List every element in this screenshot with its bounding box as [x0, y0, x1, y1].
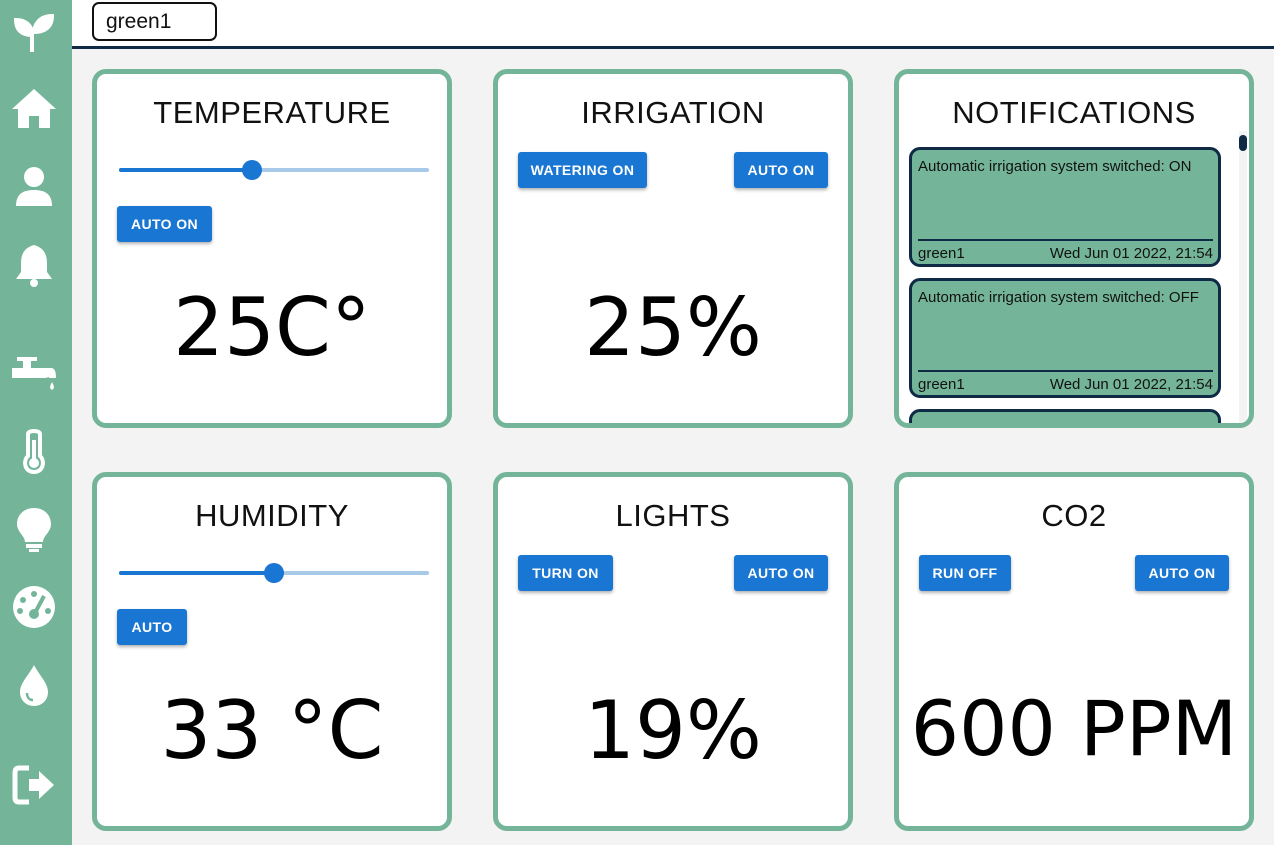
- lightbulb-icon[interactable]: [11, 506, 57, 552]
- co2-value: 600 PPM: [910, 684, 1238, 773]
- notification-message: Automatic irrigation system switched: OF…: [918, 289, 1199, 306]
- lights-card: LIGHTS TURN ON AUTO ON 19%: [493, 472, 853, 831]
- notification-list[interactable]: Automatic irrigation system switched: ON…: [909, 147, 1225, 423]
- notification-item-partial[interactable]: [909, 409, 1221, 423]
- co2-title: CO2: [1041, 498, 1107, 533]
- notification-footer: green1 Wed Jun 01 2022, 21:54: [918, 376, 1213, 393]
- co2-run-button[interactable]: RUN OFF: [919, 555, 1011, 591]
- logout-icon[interactable]: [11, 762, 57, 808]
- notification-footer: green1 Wed Jun 01 2022, 21:54: [918, 245, 1213, 262]
- humidity-card: HUMIDITY AUTO 33 °C: [92, 472, 452, 831]
- notifications-title: NOTIFICATIONS: [952, 95, 1196, 130]
- faucet-icon[interactable]: [11, 350, 57, 396]
- slider-track: [119, 571, 274, 575]
- user-icon[interactable]: [11, 164, 57, 210]
- irrigation-value: 25%: [584, 281, 762, 374]
- sprout-logo-icon[interactable]: [11, 8, 57, 54]
- thermometer-icon[interactable]: [11, 428, 57, 474]
- top-bar: green1: [72, 0, 1274, 49]
- lights-value: 19%: [584, 684, 762, 777]
- humidity-title: HUMIDITY: [195, 498, 349, 533]
- bell-icon[interactable]: [11, 242, 57, 288]
- co2-card: CO2 RUN OFF AUTO ON 600 PPM: [894, 472, 1254, 831]
- temperature-slider[interactable]: [119, 160, 429, 180]
- irrigation-title: IRRIGATION: [581, 95, 765, 130]
- notification-item[interactable]: Automatic irrigation system switched: OF…: [909, 278, 1221, 398]
- temperature-value: 25C°: [173, 281, 371, 374]
- lights-auto-button[interactable]: AUTO ON: [734, 555, 828, 591]
- temperature-auto-button[interactable]: AUTO ON: [117, 206, 212, 242]
- droplet-icon[interactable]: [11, 662, 57, 708]
- humidity-slider[interactable]: [119, 563, 429, 583]
- notification-divider: [918, 239, 1213, 241]
- notifications-card: NOTIFICATIONS Automatic irrigation syste…: [894, 69, 1254, 428]
- scrollbar-thumb[interactable]: [1239, 135, 1247, 151]
- notification-greenhouse: green1: [918, 245, 965, 262]
- notification-message: Automatic irrigation system switched: ON: [918, 158, 1192, 175]
- slider-track: [119, 168, 253, 172]
- humidity-auto-button[interactable]: AUTO: [117, 609, 187, 645]
- humidity-value: 33 °C: [160, 684, 384, 777]
- notification-time: Wed Jun 01 2022, 21:54: [1049, 376, 1213, 393]
- watering-button[interactable]: WATERING ON: [518, 152, 647, 188]
- slider-thumb[interactable]: [242, 160, 263, 180]
- temperature-title: TEMPERATURE: [153, 95, 391, 130]
- notification-divider: [918, 370, 1213, 372]
- irrigation-auto-button[interactable]: AUTO ON: [734, 152, 828, 188]
- sidebar: [0, 0, 72, 845]
- gauge-icon[interactable]: [11, 584, 57, 630]
- notification-item[interactable]: Automatic irrigation system switched: ON…: [909, 147, 1221, 267]
- co2-auto-button[interactable]: AUTO ON: [1135, 555, 1229, 591]
- notification-greenhouse: green1: [918, 376, 965, 393]
- notification-scrollbar[interactable]: [1239, 131, 1247, 423]
- notification-time: Wed Jun 01 2022, 21:54: [1049, 245, 1213, 262]
- temperature-card: TEMPERATURE AUTO ON 25C°: [92, 69, 452, 428]
- lights-turn-button[interactable]: TURN ON: [518, 555, 613, 591]
- slider-thumb[interactable]: [264, 563, 284, 583]
- irrigation-card: IRRIGATION WATERING ON AUTO ON 25%: [493, 69, 853, 428]
- home-icon[interactable]: [11, 86, 57, 132]
- greenhouse-selector[interactable]: green1: [92, 2, 217, 41]
- lights-title: LIGHTS: [615, 498, 731, 533]
